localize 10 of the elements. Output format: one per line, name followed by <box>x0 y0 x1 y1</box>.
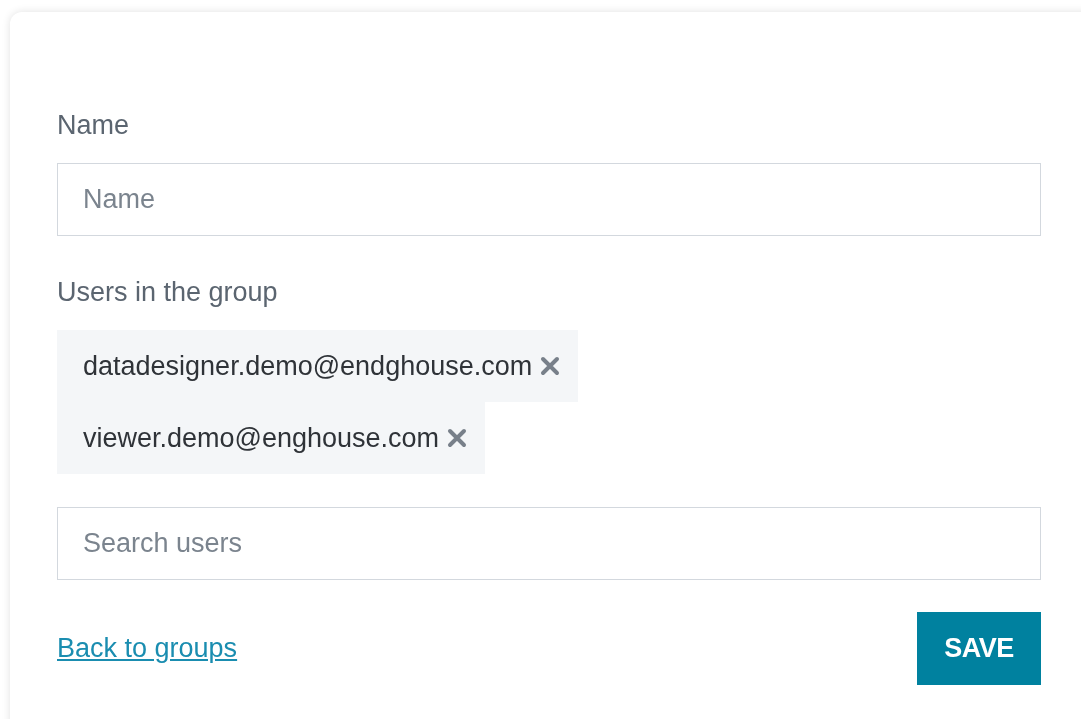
close-icon[interactable] <box>540 356 561 376</box>
user-email: datadesigner.demo@endghouse.com <box>83 350 533 382</box>
back-link[interactable]: Back to groups <box>57 633 238 664</box>
name-field[interactable]: Name <box>57 163 1041 236</box>
user-email: viewer.demo@enghouse.com <box>83 422 440 454</box>
search-field[interactable]: Search users <box>57 507 1041 580</box>
field-label: Users in the group <box>57 276 279 309</box>
save-button[interactable]: SAVE <box>917 612 1041 685</box>
close-icon[interactable] <box>447 428 468 448</box>
field-label: Name <box>57 109 131 142</box>
